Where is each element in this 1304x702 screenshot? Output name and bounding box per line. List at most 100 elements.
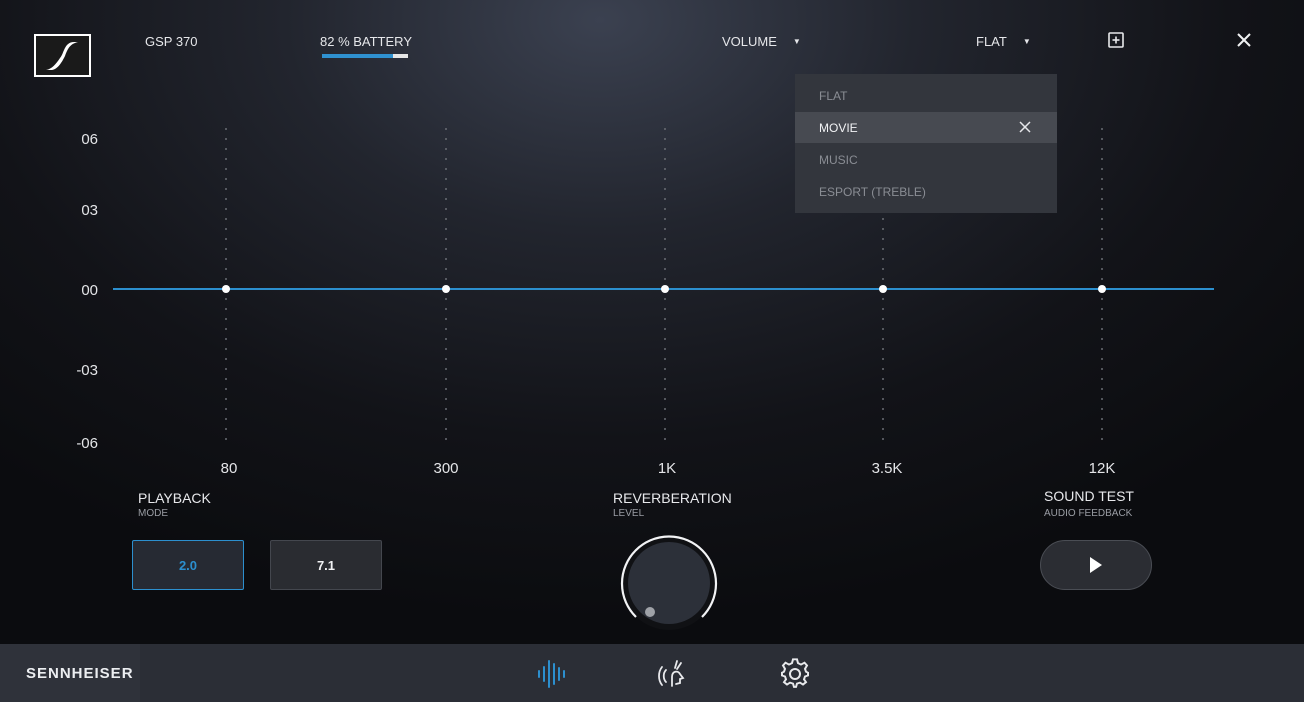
eq-band-handle-300[interactable] [442,285,450,293]
eq-track-dot [882,278,884,280]
eq-track-dot [1101,228,1103,230]
eq-y-label: 00 [81,282,98,299]
playback-mode-7-1-button[interactable]: 7.1 [270,540,382,590]
delete-preset-icon[interactable] [1019,121,1031,133]
eq-track-dot [1101,188,1103,190]
eq-track-dot [445,198,447,200]
eq-track-dot [445,398,447,400]
eq-track-dot [664,358,666,360]
eq-track-dot [664,368,666,370]
eq-track-dot [225,318,227,320]
eq-track-dot [664,258,666,260]
eq-track-dot [882,338,884,340]
eq-track-dot [1101,278,1103,280]
caret-down-icon: ▼ [792,37,801,46]
eq-track-dot [1101,338,1103,340]
eq-track-dot [1101,308,1103,310]
eq-track-dot [664,338,666,340]
eq-track-dot [225,428,227,430]
eq-band-handle-1k[interactable] [661,285,669,293]
eq-band-label: 80 [220,460,238,477]
eq-track-dot [882,348,884,350]
eq-track-dot [225,378,227,380]
eq-track-dot [225,148,227,150]
preset-option-esport-treble[interactable]: ESPORT (TREBLE) [795,176,1057,207]
eq-band-handle-12k[interactable] [1098,285,1106,293]
eq-track-dot [225,268,227,270]
eq-band-label: 12K [1088,460,1116,477]
eq-track-dot [225,238,227,240]
eq-track-dot [1101,178,1103,180]
eq-track-dot [445,238,447,240]
eq-track-dot [664,248,666,250]
preset-label: FLAT [976,34,1007,49]
eq-track-dot [664,308,666,310]
eq-track-dot [664,198,666,200]
eq-track-dot [1101,268,1103,270]
gear-icon[interactable] [779,658,811,690]
eq-track-dot [1101,428,1103,430]
eq-track-dot [664,138,666,140]
preset-option-label: MOVIE [819,121,858,135]
sound-test-title: SOUND TEST [1044,488,1134,504]
eq-track-dot [445,208,447,210]
eq-track-dot [445,328,447,330]
sennheiser-logo-icon [34,34,91,77]
eq-track-dot [664,418,666,420]
eq-track-dot [445,168,447,170]
eq-band-handle-3-5k[interactable] [879,285,887,293]
eq-track-dot [664,398,666,400]
preset-option-movie[interactable]: MOVIE [795,112,1057,143]
equalizer-icon[interactable] [536,658,568,690]
eq-track-dot [882,428,884,430]
microphone-voice-icon[interactable] [656,658,688,690]
eq-track-dot [445,158,447,160]
close-icon[interactable] [1234,30,1254,50]
eq-track-dot [664,218,666,220]
eq-track-dot [882,408,884,410]
eq-track-dot [445,138,447,140]
eq-track-dot [882,438,884,440]
volume-dropdown[interactable]: VOLUME ▼ [722,34,801,49]
volume-label: VOLUME [722,34,777,49]
battery-label: 82 % BATTERY [320,34,412,49]
eq-track-dot [1101,198,1103,200]
reverberation-knob[interactable] [617,533,721,633]
app-window: GSP 370 82 % BATTERY VOLUME ▼ FLAT ▼ 06 03… [0,0,1304,702]
eq-track-dot [664,168,666,170]
eq-track-dot [1101,318,1103,320]
eq-track-dot [664,238,666,240]
playback-mode-2-0-button[interactable]: 2.0 [132,540,244,590]
eq-track-dot [882,388,884,390]
eq-track-dot [1101,408,1103,410]
preset-option-music[interactable]: MUSIC [795,144,1057,175]
eq-track-dot [664,408,666,410]
eq-track-dot [1101,418,1103,420]
eq-band-handle-80[interactable] [222,285,230,293]
eq-track-dot [445,408,447,410]
eq-track-dot [1101,438,1103,440]
eq-track-dot [445,438,447,440]
eq-track-dot [225,258,227,260]
preset-option-flat[interactable]: FLAT [795,80,1057,111]
eq-track-dot [225,158,227,160]
reverberation-title: REVERBERATION [613,490,732,506]
play-icon [1090,557,1102,573]
sound-test-play-button[interactable] [1040,540,1152,590]
eq-track-dot [664,428,666,430]
eq-track-dot [225,168,227,170]
eq-track-dot [225,208,227,210]
preset-dropdown[interactable]: FLAT ▼ [976,34,1031,49]
brand-name: SENNHEISER [26,665,134,682]
eq-band-label: 300 [433,460,459,477]
eq-track-dot [1101,368,1103,370]
eq-track-dot [1101,218,1103,220]
eq-track-dot [445,188,447,190]
add-preset-icon[interactable] [1106,30,1126,50]
eq-track-dot [882,248,884,250]
eq-track-dot [445,308,447,310]
eq-track-dot [225,418,227,420]
eq-track-dot [882,418,884,420]
eq-track-dot [882,228,884,230]
eq-track-dot [445,418,447,420]
